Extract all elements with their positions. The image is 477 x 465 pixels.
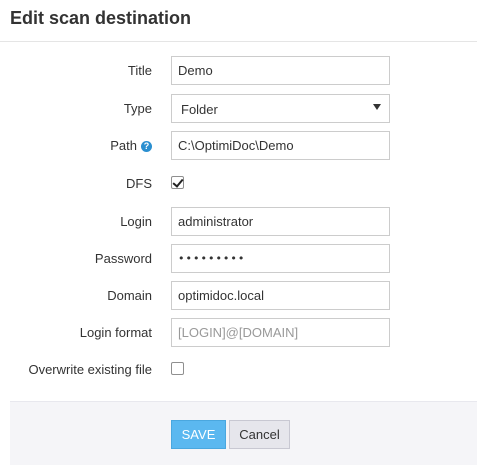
dialog-footer: SAVE Cancel [10, 401, 477, 465]
login-format-row: Login format [0, 318, 477, 347]
login-label: Login [120, 214, 152, 229]
domain-label: Domain [107, 288, 152, 303]
title-row: Title [0, 56, 477, 85]
path-label: Path [110, 138, 137, 153]
login-row: Login [0, 207, 477, 236]
dfs-label: DFS [126, 176, 152, 191]
save-button[interactable]: SAVE [171, 420, 226, 449]
question-circle-icon[interactable]: ? [141, 141, 152, 152]
login-input[interactable] [171, 207, 390, 236]
dialog-title: Edit scan destination [10, 8, 192, 28]
password-label: Password [94, 251, 152, 266]
type-row: Type Folder [0, 94, 477, 123]
overwrite-label: Overwrite existing file [28, 362, 152, 377]
title-input[interactable] [171, 56, 390, 85]
login-format-label: Login format [79, 325, 152, 340]
title-label: Title [127, 63, 152, 78]
password-input[interactable] [171, 244, 390, 273]
dialog-header: Edit scan destination [0, 0, 477, 42]
type-label: Type [123, 101, 152, 116]
dfs-checkbox[interactable] [171, 176, 184, 189]
path-label-wrap: Path? [110, 138, 152, 153]
chevron-down-icon [373, 104, 381, 110]
login-format-input[interactable] [171, 318, 390, 347]
type-select-value: Folder [181, 102, 218, 117]
cancel-button[interactable]: Cancel [229, 420, 290, 449]
type-select[interactable]: Folder [171, 94, 390, 123]
domain-row: Domain [0, 281, 477, 310]
path-row: Path? [0, 131, 477, 160]
path-input[interactable] [171, 131, 390, 160]
password-row: Password [0, 244, 477, 273]
overwrite-row: Overwrite existing file [0, 355, 477, 384]
dfs-row: DFS [0, 169, 477, 198]
overwrite-checkbox[interactable] [171, 362, 184, 375]
domain-input[interactable] [171, 281, 390, 310]
